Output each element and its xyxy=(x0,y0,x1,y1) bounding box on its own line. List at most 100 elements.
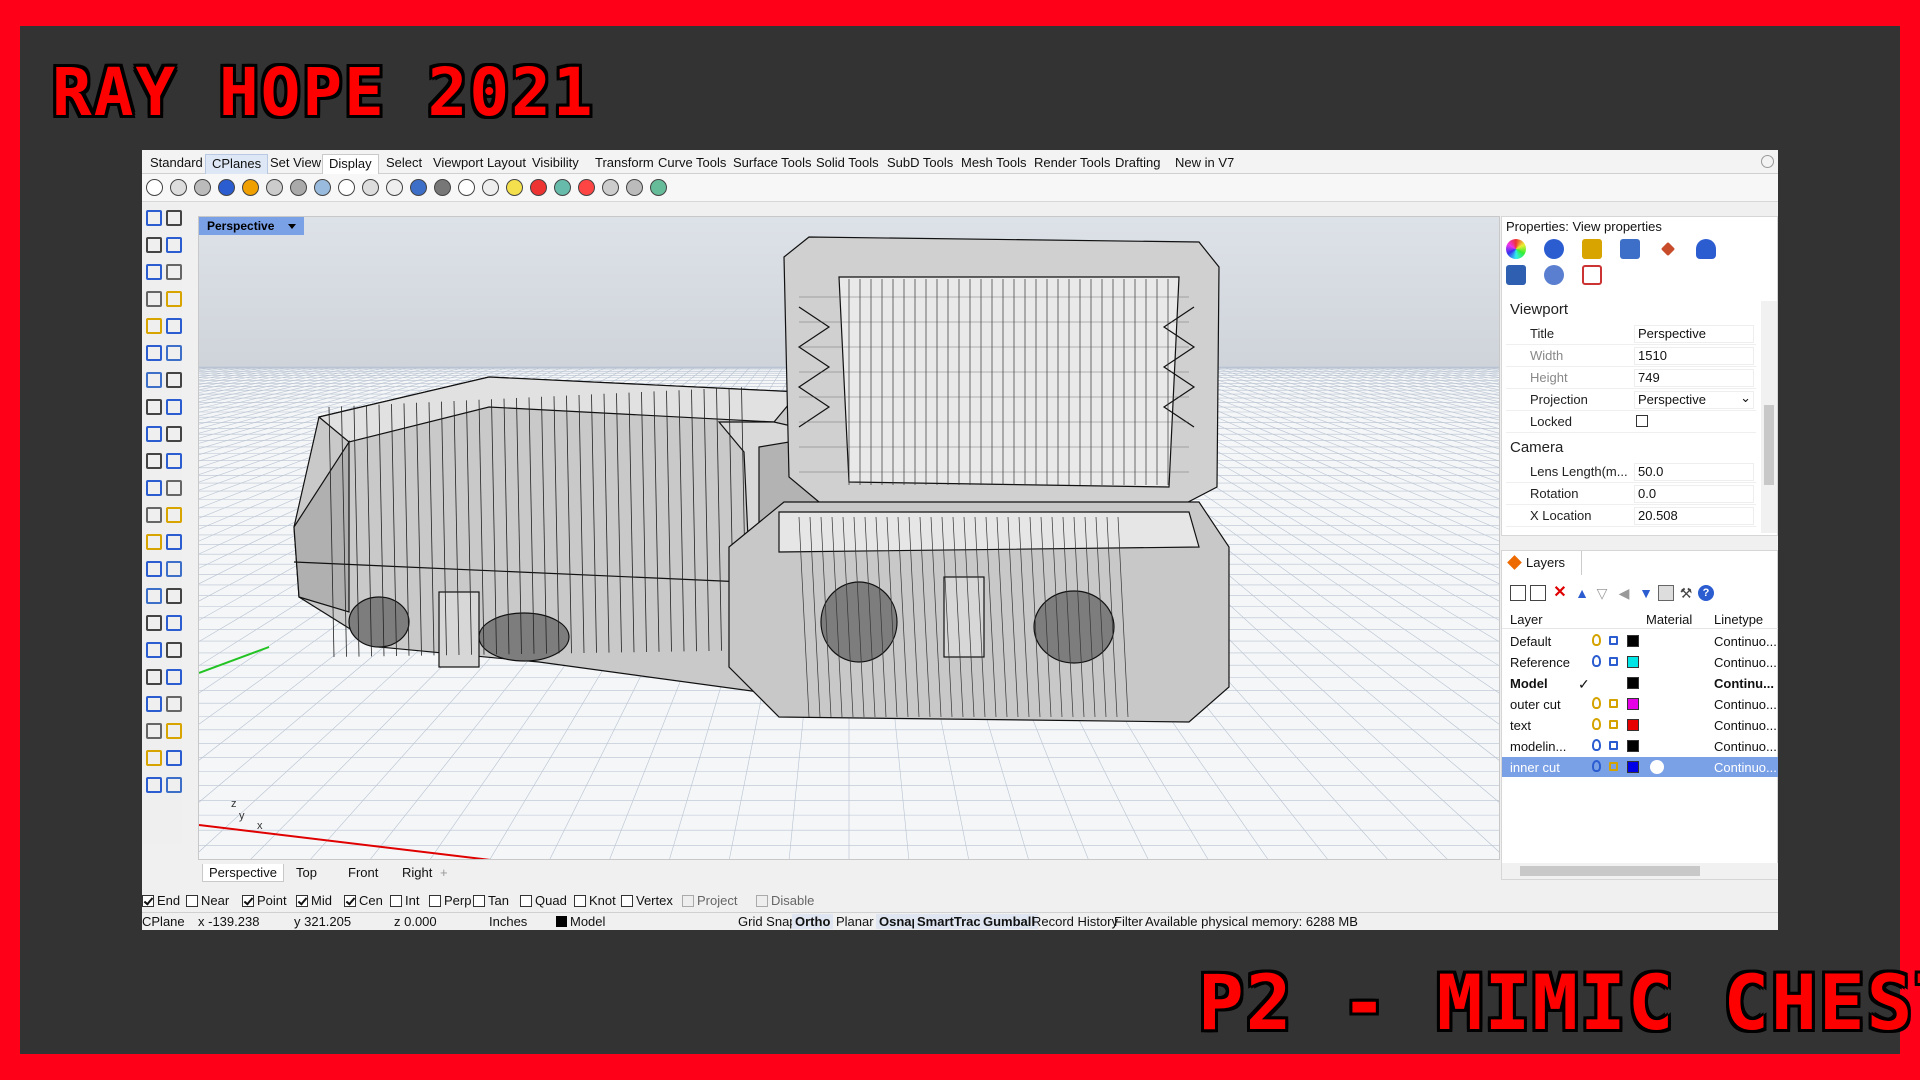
bell-icon[interactable] xyxy=(1696,239,1716,259)
display-mode-icon[interactable] xyxy=(434,179,451,196)
display-mode-icon[interactable] xyxy=(410,179,427,196)
layer-linetype[interactable]: Continuo... xyxy=(1714,655,1777,670)
move-up-icon[interactable]: ▲ xyxy=(1574,585,1590,601)
new-sublayer-icon[interactable] xyxy=(1530,585,1546,601)
tab-mesh-tools[interactable]: Mesh Tools xyxy=(955,154,1033,174)
osnap-knot[interactable]: Knot xyxy=(574,893,616,908)
tab-display[interactable]: Display xyxy=(322,154,379,174)
move-down-icon[interactable]: ▽ xyxy=(1594,585,1610,601)
osnap-checkbox[interactable] xyxy=(390,894,402,907)
lock-icon[interactable] xyxy=(1609,720,1618,729)
visibility-bulb-icon[interactable] xyxy=(1592,739,1601,751)
toolbox-tool-icon[interactable] xyxy=(146,318,162,334)
toolbox-tool-icon[interactable] xyxy=(146,291,162,307)
osnap-checkbox[interactable] xyxy=(520,894,532,907)
layer-row[interactable]: inner cut Continuo... xyxy=(1502,757,1778,777)
viewport-tab-perspective[interactable]: Perspective xyxy=(202,864,284,882)
osnap-checkbox[interactable] xyxy=(344,894,356,907)
toolbox-tool-icon[interactable] xyxy=(166,210,182,226)
osnap-point[interactable]: Point xyxy=(242,893,287,908)
osnap-quad[interactable]: Quad xyxy=(520,893,567,908)
display-mode-icon[interactable] xyxy=(338,179,355,196)
help-icon[interactable]: ? xyxy=(1698,585,1714,601)
toolbox-tool-icon[interactable] xyxy=(166,669,182,685)
move-left-icon[interactable]: ◀ xyxy=(1616,585,1632,601)
layer-row[interactable]: outer cut Continuo... xyxy=(1502,694,1778,714)
display-mode-icon[interactable] xyxy=(602,179,619,196)
tab-transform[interactable]: Transform xyxy=(589,154,660,174)
property-value[interactable]: 50.0 xyxy=(1634,463,1754,481)
model-scene[interactable]: z y x xyxy=(199,217,1500,860)
layer-linetype[interactable]: Continuo... xyxy=(1714,718,1777,733)
lock-icon[interactable] xyxy=(1609,741,1618,750)
camera-icon[interactable] xyxy=(1506,265,1526,285)
toolbox-tool-icon[interactable] xyxy=(146,669,162,685)
tab-subd-tools[interactable]: SubD Tools xyxy=(881,154,959,174)
pencil-icon[interactable] xyxy=(1660,241,1676,257)
layer-linetype[interactable]: Continuo... xyxy=(1714,697,1777,712)
render-icon[interactable] xyxy=(1620,239,1640,259)
lock-icon[interactable] xyxy=(1609,762,1618,771)
status-toggle-ortho[interactable]: Ortho xyxy=(792,914,834,929)
osnap-cen[interactable]: Cen xyxy=(344,893,383,908)
viewport-tab-top[interactable]: Top xyxy=(290,864,323,882)
display-mode-icon[interactable] xyxy=(266,179,283,196)
toolbox-tool-icon[interactable] xyxy=(146,642,162,658)
tab-cplanes[interactable]: CPlanes xyxy=(205,154,269,174)
toolbox-tool-icon[interactable] xyxy=(166,507,182,523)
tab-set-view[interactable]: Set View xyxy=(264,154,327,174)
new-layer-icon[interactable] xyxy=(1510,585,1526,601)
tab-standard[interactable]: Standard xyxy=(144,154,209,174)
locked-checkbox[interactable] xyxy=(1636,415,1648,427)
layer-row[interactable]: Model ✓ Continu... xyxy=(1502,673,1778,693)
toolbox-tool-icon[interactable] xyxy=(166,750,182,766)
toolbox-tool-icon[interactable] xyxy=(146,561,162,577)
visibility-bulb-icon[interactable] xyxy=(1592,718,1601,730)
toolbox-tool-icon[interactable] xyxy=(166,237,182,253)
tab-surface-tools[interactable]: Surface Tools xyxy=(727,154,818,174)
osnap-checkbox[interactable] xyxy=(756,894,768,907)
display-mode-icon[interactable] xyxy=(194,179,211,196)
toolbox-tool-icon[interactable] xyxy=(166,723,182,739)
status-toggle-planar[interactable]: Planar xyxy=(836,914,874,929)
property-value[interactable]: Perspective ⌄ xyxy=(1634,390,1754,409)
tab-curve-tools[interactable]: Curve Tools xyxy=(652,154,732,174)
osnap-checkbox[interactable] xyxy=(473,894,485,907)
lock-icon[interactable] xyxy=(1609,636,1618,645)
display-mode-icon[interactable] xyxy=(506,179,523,196)
osnap-checkbox[interactable] xyxy=(142,894,154,907)
osnap-perp[interactable]: Perp xyxy=(429,893,471,908)
toolbox-tool-icon[interactable] xyxy=(166,642,182,658)
toolbox-tool-icon[interactable] xyxy=(166,534,182,550)
status-layer[interactable]: Model xyxy=(570,914,605,929)
material-icon[interactable] xyxy=(1650,760,1664,774)
toolbox-tool-icon[interactable] xyxy=(166,696,182,712)
osnap-checkbox[interactable] xyxy=(186,894,198,907)
layer-row[interactable]: text Continuo... xyxy=(1502,715,1778,735)
status-toggle-filter[interactable]: Filter xyxy=(1114,914,1143,929)
color-wheel-icon[interactable] xyxy=(1506,239,1526,259)
viewport-tab-front[interactable]: Front xyxy=(342,864,384,882)
toolbox-tool-icon[interactable] xyxy=(166,777,182,793)
layer-color-swatch[interactable] xyxy=(1627,761,1639,773)
toolbox-tool-icon[interactable] xyxy=(146,399,162,415)
toolbox-tool-icon[interactable] xyxy=(166,291,182,307)
toolbox-tool-icon[interactable] xyxy=(146,696,162,712)
layer-row[interactable]: Default Continuo... xyxy=(1502,631,1778,651)
toolbox-tool-icon[interactable] xyxy=(146,777,162,793)
layer-linetype[interactable]: Continuo... xyxy=(1714,739,1777,754)
chevron-down-icon[interactable] xyxy=(288,223,297,229)
osnap-mid[interactable]: Mid xyxy=(296,893,332,908)
tab-new-in-v7[interactable]: New in V7 xyxy=(1169,154,1240,174)
layer-linetype[interactable]: Continu... xyxy=(1714,676,1774,691)
layer-tools-icon[interactable] xyxy=(1658,585,1674,601)
layer-row[interactable]: Reference Continuo... xyxy=(1502,652,1778,672)
tab-visibility[interactable]: Visibility xyxy=(526,154,585,174)
toolbox-tool-icon[interactable] xyxy=(146,237,162,253)
toolbox-tool-icon[interactable] xyxy=(166,615,182,631)
tab-viewport-layout[interactable]: Viewport Layout xyxy=(427,154,532,174)
lock-icon[interactable] xyxy=(1609,699,1618,708)
property-value[interactable]: 1510 xyxy=(1634,347,1754,365)
display-mode-icon[interactable] xyxy=(386,179,403,196)
status-toggle-grid-snap[interactable]: Grid Snap xyxy=(738,914,797,929)
